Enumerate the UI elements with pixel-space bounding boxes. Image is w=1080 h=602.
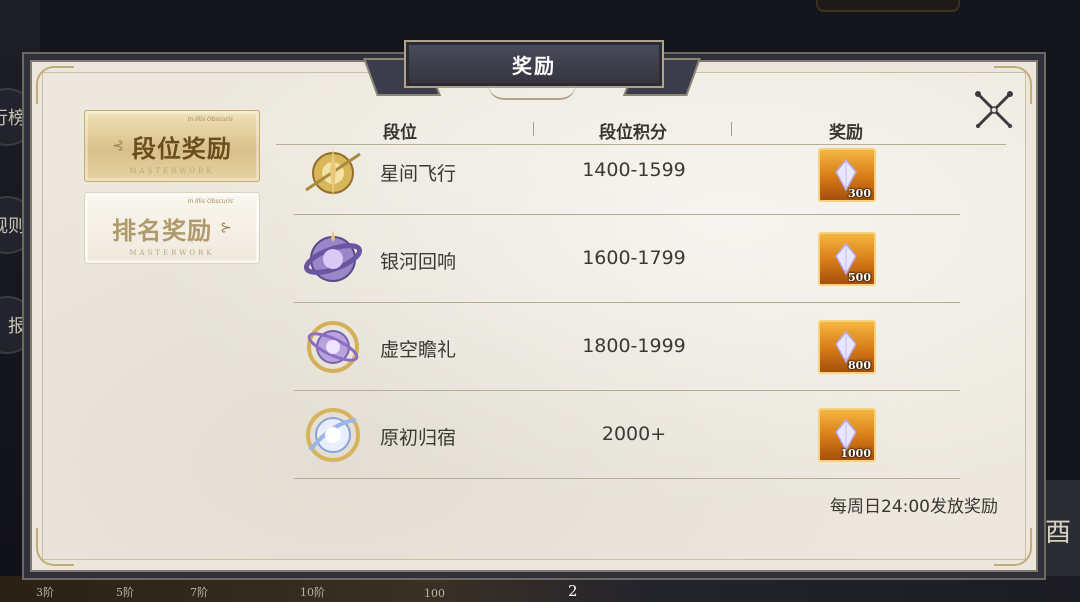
rank-name: 银河回响 bbox=[380, 251, 457, 273]
dialog-title: 奖励 bbox=[404, 40, 664, 88]
background-top-bar bbox=[816, 0, 960, 12]
background-bottom-strip: 3阶 5阶 7阶 10阶 100 2 bbox=[0, 576, 1080, 602]
rank-score: 1800-1999 bbox=[582, 335, 686, 357]
rank-name: 原初归宿 bbox=[380, 427, 457, 449]
ornament-icon: ⊰ bbox=[112, 138, 124, 154]
table-row: 虚空瞻礼 1800-1999 800 bbox=[294, 302, 960, 391]
tab-ranking-rewards[interactable]: In Illis Obscuris 排名奖励 ⊱ MASTERWORK bbox=[84, 192, 260, 264]
void-homage-rank-icon bbox=[307, 321, 359, 373]
bottom-label: 10阶 bbox=[300, 586, 325, 599]
primordial-home-rank-icon bbox=[306, 408, 360, 462]
tab-decor-sub: MASTERWORK bbox=[129, 249, 215, 257]
table-row: 星间飞行 1400-1599 300 bbox=[294, 126, 960, 215]
background-right-tile: 酉 bbox=[1036, 480, 1080, 580]
tab-decor-sub: MASTERWORK bbox=[129, 167, 215, 175]
bottom-label: 3阶 bbox=[36, 586, 54, 599]
reward-item[interactable]: 1000 bbox=[818, 408, 876, 462]
tab-decor-text: In Illis Obscuris bbox=[187, 198, 233, 205]
bottom-label: 7阶 bbox=[190, 586, 208, 599]
background-right-text: 酉 bbox=[1044, 517, 1071, 548]
leaderboard-button-label: 行榜 bbox=[0, 108, 26, 129]
corner-ornament bbox=[36, 528, 74, 566]
bottom-badge: 100 bbox=[424, 587, 445, 600]
ornament-icon: ⊱ bbox=[220, 220, 232, 236]
rank-score: 2000+ bbox=[601, 423, 667, 445]
reward-item[interactable]: 500 bbox=[818, 232, 876, 286]
table-row: 银河回响 1600-1799 500 bbox=[294, 214, 960, 303]
bottom-label: 5阶 bbox=[116, 586, 134, 599]
report-button-label: 报 bbox=[8, 316, 26, 337]
rank-score: 1400-1599 bbox=[582, 159, 686, 181]
distribution-note: 每周日24:00发放奖励 bbox=[830, 497, 998, 517]
corner-ornament bbox=[994, 528, 1032, 566]
galaxy-echo-rank-icon bbox=[303, 230, 363, 282]
table-row: 原初归宿 2000+ 1000 bbox=[294, 390, 960, 479]
reward-count: 500 bbox=[848, 271, 871, 284]
reward-count: 800 bbox=[848, 359, 871, 372]
title-banner: 奖励 bbox=[363, 40, 701, 100]
reward-item[interactable]: 300 bbox=[818, 148, 876, 202]
star-flight-rank-icon bbox=[305, 148, 361, 198]
bottom-number: 2 bbox=[568, 582, 578, 600]
reward-count: 300 bbox=[848, 187, 871, 200]
reward-count: 1000 bbox=[840, 447, 871, 460]
rank-name: 星间飞行 bbox=[380, 163, 457, 185]
rank-score: 1600-1799 bbox=[582, 247, 686, 269]
corner-ornament bbox=[36, 66, 74, 104]
banner-arc bbox=[488, 84, 576, 100]
tab-decor-text: In Illis Obscuris bbox=[187, 116, 233, 123]
reward-item[interactable]: 800 bbox=[818, 320, 876, 374]
tab-label: 排名奖励 bbox=[112, 215, 213, 245]
tab-label: 段位奖励 bbox=[131, 133, 232, 163]
rank-name: 虚空瞻礼 bbox=[380, 339, 457, 361]
rules-button-label: 规则 bbox=[0, 216, 26, 237]
tab-rank-rewards[interactable]: In Illis Obscuris ⊰ 段位奖励 MASTERWORK bbox=[84, 110, 260, 182]
